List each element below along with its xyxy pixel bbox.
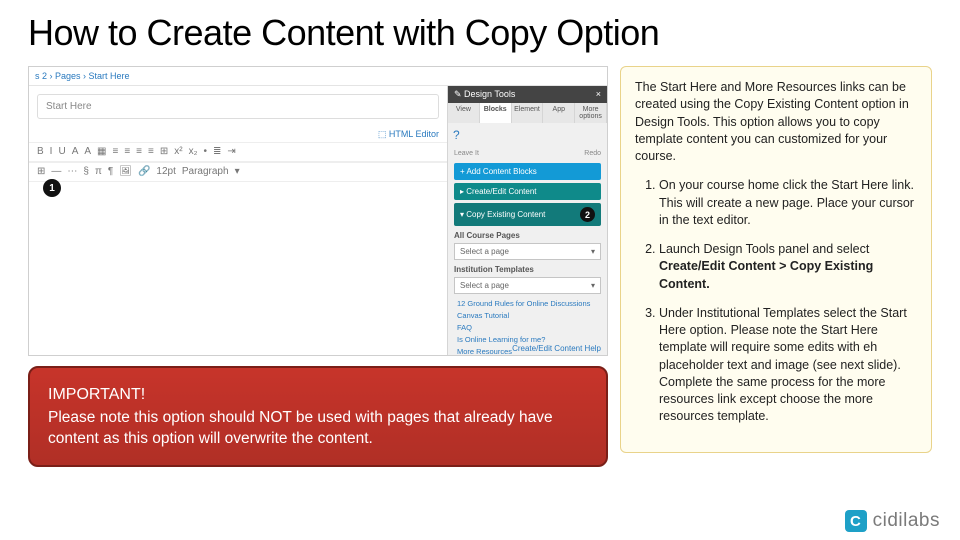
editor-toolbar: B I U A A ▦ ≡ ≡ ≡ ≡ ⊞ x² x₂	[29, 142, 447, 162]
logo-mark: C	[845, 510, 867, 532]
copy-existing-label: ▾ Copy Existing Content	[460, 210, 545, 219]
important-body: Please note this option should NOT be us…	[48, 408, 588, 450]
toolbar-icon: ⇥	[227, 147, 235, 157]
toolbar-icon: I	[50, 147, 53, 157]
instructions-intro: The Start Here and More Resources links …	[635, 79, 917, 165]
right-column: The Start Here and More Resources links …	[620, 66, 932, 467]
toolbar-icon: ⊞	[37, 167, 45, 177]
toolbar-icon: U	[58, 147, 65, 157]
panel-tab: Blocks	[480, 103, 512, 123]
screenshot-mock: s 2 › Pages › Start Here Start Here ⬚ HT…	[28, 66, 608, 356]
list-item: 12 Ground Rules for Online Discussions	[454, 297, 601, 309]
toolbar-icon: 🖼	[119, 167, 132, 177]
html-editor-link: ⬚ HTML Editor	[29, 127, 447, 142]
toolbar-icon: ≡	[112, 147, 118, 157]
institution-templates-header: Institution Templates	[454, 265, 601, 274]
step-bold: Create/Edit Content > Copy Existing Cont…	[659, 259, 873, 290]
content-columns: s 2 › Pages › Start Here Start Here ⬚ HT…	[28, 66, 932, 467]
select-page-value: Select a page	[460, 247, 509, 256]
important-callout: IMPORTANT! Please note this option shoul…	[28, 366, 608, 467]
slide: How to Create Content with Copy Option s…	[0, 0, 960, 540]
panel-tab: App	[543, 103, 575, 123]
page-title-field: Start Here	[37, 94, 439, 119]
panel-tab: Element	[512, 103, 544, 123]
cidilabs-logo: C cidilabs	[845, 510, 940, 532]
chevron-down-icon: ▾	[591, 247, 595, 256]
add-content-button: + Add Content Blocks	[454, 163, 601, 180]
close-icon: ×	[596, 89, 601, 100]
all-pages-header: All Course Pages	[454, 231, 601, 240]
institution-select: Select a page ▾	[454, 277, 601, 294]
select-page-dropdown: Select a page ▾	[454, 243, 601, 260]
panel-help-row: Leave It Redo	[448, 147, 607, 160]
content-help-link: Create/Edit Content Help	[512, 344, 601, 353]
toolbar-icon: 12pt	[156, 167, 175, 177]
panel-tab: More options	[575, 103, 607, 123]
important-title: IMPORTANT!	[48, 384, 588, 406]
step-pre: Launch Design Tools panel and select	[659, 242, 869, 256]
toolbar-icon: ▾	[235, 167, 240, 177]
panel-tabs: View Blocks Element App More options	[448, 103, 607, 123]
editor-toolbar-2: ⊞ — ⋯ § π ¶ 🖼 🔗 12pt Paragraph ▾	[29, 162, 447, 182]
design-tools-panel: ✎ Design Tools × View Blocks Element App…	[447, 86, 607, 356]
toolbar-icon: ≣	[213, 147, 221, 157]
instruction-step: Under Institutional Templates select the…	[659, 305, 917, 426]
toolbar-icon: ¶	[108, 167, 113, 177]
toolbar-icon: x₂	[189, 147, 198, 157]
screenshot-body: Start Here ⬚ HTML Editor B I U A A ▦ ≡ ≡…	[29, 86, 607, 356]
editor-area: Start Here ⬚ HTML Editor B I U A A ▦ ≡ ≡…	[29, 86, 447, 356]
create-edit-button: ▸ Create/Edit Content	[454, 183, 601, 200]
panel-tab: View	[448, 103, 480, 123]
instruction-step: On your course home click the Start Here…	[659, 177, 917, 229]
instruction-step: Launch Design Tools panel and select Cre…	[659, 241, 917, 293]
panel-title: ✎ Design Tools ×	[448, 86, 607, 103]
help-icon: ?	[448, 123, 607, 147]
toolbar-icon: B	[37, 147, 44, 157]
copy-existing-button: ▾ Copy Existing Content 2	[454, 203, 601, 226]
institution-select-value: Select a page	[460, 281, 509, 290]
slide-title: How to Create Content with Copy Option	[28, 12, 932, 54]
toolbar-icon: A	[72, 147, 79, 157]
instructions-box: The Start Here and More Resources links …	[620, 66, 932, 453]
toolbar-icon: ⊞	[160, 147, 168, 157]
toolbar-icon: π	[95, 167, 102, 177]
toolbar-icon: A	[84, 147, 91, 157]
toolbar-icon: •	[203, 147, 207, 157]
help-right: Redo	[584, 150, 601, 157]
toolbar-icon: 🔗	[138, 167, 150, 177]
list-item: FAQ	[454, 321, 601, 333]
instructions-list: On your course home click the Start Here…	[635, 177, 917, 425]
toolbar-icon: ≡	[136, 147, 142, 157]
toolbar-icon: x²	[174, 147, 182, 157]
help-left: Leave It	[454, 150, 479, 157]
logo-text: cidilabs	[873, 510, 940, 532]
breadcrumb: s 2 › Pages › Start Here	[29, 67, 607, 86]
callout-bubble-1: 1	[43, 179, 61, 197]
chevron-down-icon: ▾	[591, 281, 595, 290]
toolbar-icon: ≡	[124, 147, 130, 157]
list-item: Canvas Tutorial	[454, 309, 601, 321]
toolbar-icon: Paragraph	[182, 167, 229, 177]
panel-title-text: ✎ Design Tools	[454, 89, 515, 100]
toolbar-icon: —	[51, 167, 61, 177]
left-column: s 2 › Pages › Start Here Start Here ⬚ HT…	[28, 66, 608, 467]
toolbar-icon: ≡	[148, 147, 154, 157]
toolbar-icon: §	[83, 167, 89, 177]
callout-bubble-2: 2	[580, 207, 595, 222]
toolbar-icon: ⋯	[67, 167, 77, 177]
toolbar-icon: ▦	[97, 147, 106, 157]
